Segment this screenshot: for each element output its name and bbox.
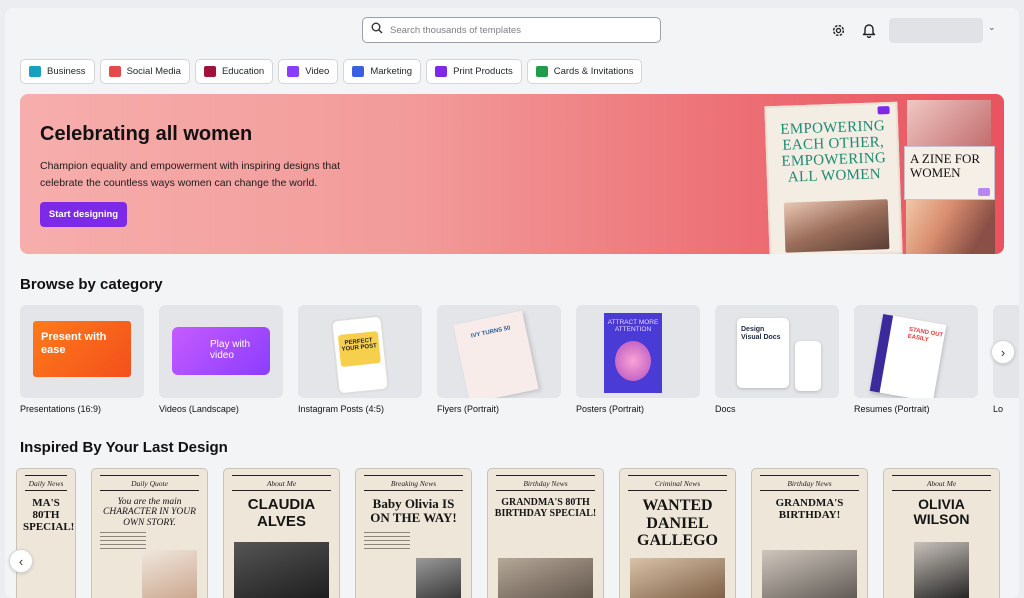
design-photo — [914, 542, 969, 598]
graduation-cap-icon — [203, 66, 216, 77]
design-photo — [416, 558, 461, 598]
category-thumb: Design Visual Docs — [715, 305, 839, 398]
chip-print-products[interactable]: Print Products — [426, 59, 522, 84]
category-thumb: ATTRACT MORE ATTENTION — [576, 305, 700, 398]
design-card[interactable]: Breaking News Baby Olivia IS ON THE WAY! — [355, 468, 472, 598]
bell-icon[interactable] — [860, 21, 878, 39]
chevron-down-icon[interactable]: ⌄ — [988, 22, 996, 33]
design-card[interactable]: Daily News MA'S 80TH SPECIAL! — [16, 468, 76, 598]
women-photo — [783, 199, 890, 253]
recent-designs-row: Daily News MA'S 80TH SPECIAL! Daily Quot… — [16, 468, 1000, 598]
zine-cover-image: EMPOWERING EACH OTHER, EMPOWERING ALL WO… — [764, 101, 903, 254]
category-carousel: Present with ease Presentations (16:9) P… — [20, 305, 1019, 414]
banner-title: Celebrating all women — [40, 123, 253, 145]
flower-illustration — [615, 341, 651, 381]
printer-icon — [435, 66, 448, 77]
carousel-next-button[interactable]: › — [991, 340, 1015, 364]
category-resumes[interactable]: STAND OUT EASILY Resumes (Portrait) — [854, 305, 978, 414]
category-thumb: PERFECT YOUR POST — [298, 305, 422, 398]
search-input[interactable] — [390, 24, 640, 36]
search-bar[interactable] — [362, 17, 661, 43]
design-card[interactable]: Criminal News WANTED DANIEL GALLEGO — [619, 468, 736, 598]
app-frame: ⌄ Business Social Media Education Video … — [5, 8, 1019, 598]
start-designing-button[interactable]: Start designing — [40, 202, 127, 227]
chip-cards-invitations[interactable]: Cards & Invitations — [526, 59, 643, 84]
category-docs[interactable]: Design Visual Docs Docs — [715, 305, 839, 414]
category-presentations[interactable]: Present with ease Presentations (16:9) — [20, 305, 144, 414]
zine-small-tag — [977, 188, 990, 196]
category-thumb: Play with video — [159, 305, 283, 398]
chevron-left-icon: ‹ — [18, 553, 24, 569]
chevron-right-icon: › — [1000, 344, 1006, 360]
category-thumb: Present with ease — [20, 305, 144, 398]
category-chips: Business Social Media Education Video Ma… — [20, 59, 643, 84]
account-menu[interactable] — [889, 18, 983, 43]
card-icon — [535, 66, 548, 77]
zine-title: EMPOWERING EACH OTHER, EMPOWERING ALL WO… — [780, 118, 887, 186]
banner-description: Champion equality and empowerment with i… — [40, 160, 340, 189]
chip-marketing[interactable]: Marketing — [343, 59, 422, 84]
design-card[interactable]: Daily Quote You are the main CHARACTER I… — [91, 468, 208, 598]
zine-photo-bottom — [906, 200, 995, 254]
chip-business[interactable]: Business — [20, 59, 95, 84]
chip-education[interactable]: Education — [194, 59, 274, 84]
inspired-section-title: Inspired By Your Last Design — [20, 439, 228, 456]
gear-icon[interactable] — [829, 21, 847, 39]
zine-tag — [877, 106, 890, 115]
design-photo — [630, 558, 725, 598]
design-card[interactable]: Birthday News GRANDMA'S BIRTHDAY! — [751, 468, 868, 598]
zine-small-card: A ZINE FOR WOMEN — [904, 146, 995, 200]
category-videos[interactable]: Play with video Videos (Landscape) — [159, 305, 283, 414]
zine-small-title: A ZINE FOR WOMEN — [910, 151, 981, 180]
chip-video[interactable]: Video — [278, 59, 339, 84]
category-thumb: IVY TURNS 50 — [437, 305, 561, 398]
category-posters[interactable]: ATTRACT MORE ATTENTION Posters (Portrait… — [576, 305, 700, 414]
hero-banner: Celebrating all women Champion equality … — [20, 94, 1004, 254]
social-media-icon — [108, 66, 121, 77]
business-icon — [29, 66, 41, 77]
category-flyers[interactable]: IVY TURNS 50 Flyers (Portrait) — [437, 305, 561, 414]
search-icon — [371, 21, 383, 39]
zine-photo-top — [907, 100, 991, 146]
design-card[interactable]: About Me OLIVIA WILSON — [883, 468, 1000, 598]
browse-section-title: Browse by category — [20, 276, 163, 293]
design-card[interactable]: Birthday News GRANDMA'S 80TH BIRTHDAY SP… — [487, 468, 604, 598]
chip-social-media[interactable]: Social Media — [99, 59, 190, 84]
video-icon — [287, 66, 300, 77]
design-card[interactable]: About Me CLAUDIA ALVES — [223, 468, 340, 598]
category-instagram-posts[interactable]: PERFECT YOUR POST Instagram Posts (4:5) — [298, 305, 422, 414]
category-thumb: STAND OUT EASILY — [854, 305, 978, 398]
carousel-prev-button[interactable]: ‹ — [9, 549, 33, 573]
design-photo — [498, 558, 593, 598]
design-photo — [234, 542, 329, 598]
megaphone-icon — [352, 66, 365, 77]
